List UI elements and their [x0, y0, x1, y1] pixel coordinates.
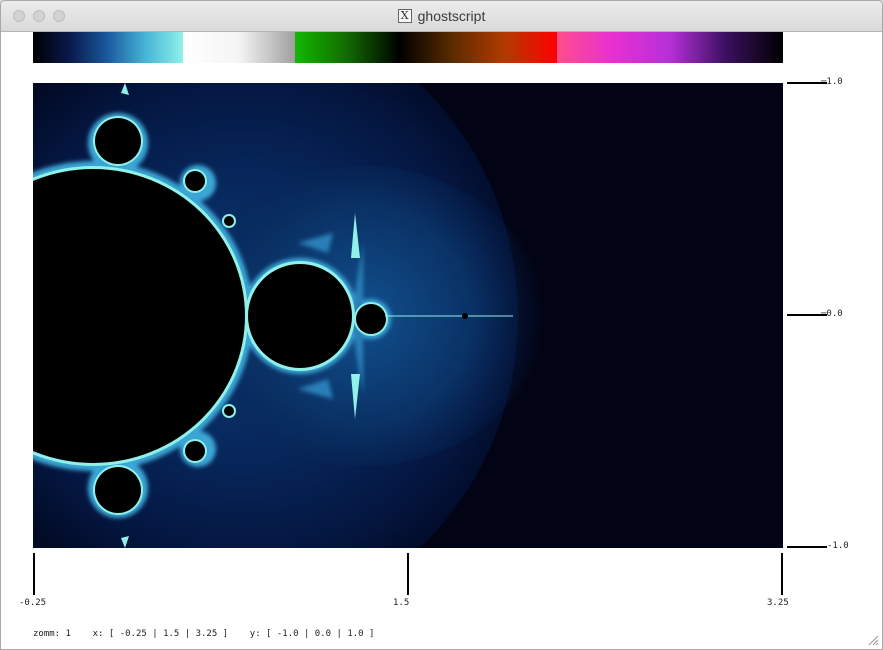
x-tick-mark	[33, 553, 35, 595]
y-tick-label: ─1.0	[821, 77, 843, 87]
segment-green-brown-red	[295, 32, 557, 63]
app-window: X ghostscript -0.25 1.5 3.25 ─1.0 ─0.0 -…	[0, 0, 883, 650]
color-palette-bar	[33, 32, 783, 63]
status-bar: zomm: 1 x: [ -0.25 | 1.5 | 3.25 ] y: [ -…	[33, 629, 374, 639]
x-tick-label: -0.25	[19, 598, 47, 608]
zoom-readout: zomm: 1	[33, 629, 71, 639]
x-tick-label: 1.5	[393, 598, 410, 608]
x-tick-mark	[781, 553, 783, 595]
mandelbrot-plot[interactable]	[33, 83, 783, 548]
y-tick-label: ─0.0	[821, 309, 843, 319]
x-tick-mark	[407, 553, 409, 595]
y-range-readout: y: [ -1.0 | 0.0 | 1.0 ]	[249, 629, 375, 639]
resize-grip-icon[interactable]	[867, 634, 879, 646]
segment-pink-purple	[557, 32, 783, 63]
y-tick-mark	[787, 546, 827, 548]
title-bar[interactable]: X ghostscript	[1, 1, 882, 32]
x11-icon: X	[397, 9, 412, 23]
segment-white-gray	[183, 32, 295, 63]
segment-navy-cyan	[33, 32, 183, 63]
window-title: ghostscript	[417, 8, 486, 24]
canvas-area[interactable]: -0.25 1.5 3.25 ─1.0 ─0.0 -1.0 zomm: 1 x: [ -0…	[1, 32, 882, 649]
x-tick-label: 3.25	[767, 598, 789, 608]
y-tick-label: -1.0	[827, 541, 849, 551]
x-range-readout: x: [ -0.25 | 1.5 | 3.25 ]	[92, 629, 229, 639]
